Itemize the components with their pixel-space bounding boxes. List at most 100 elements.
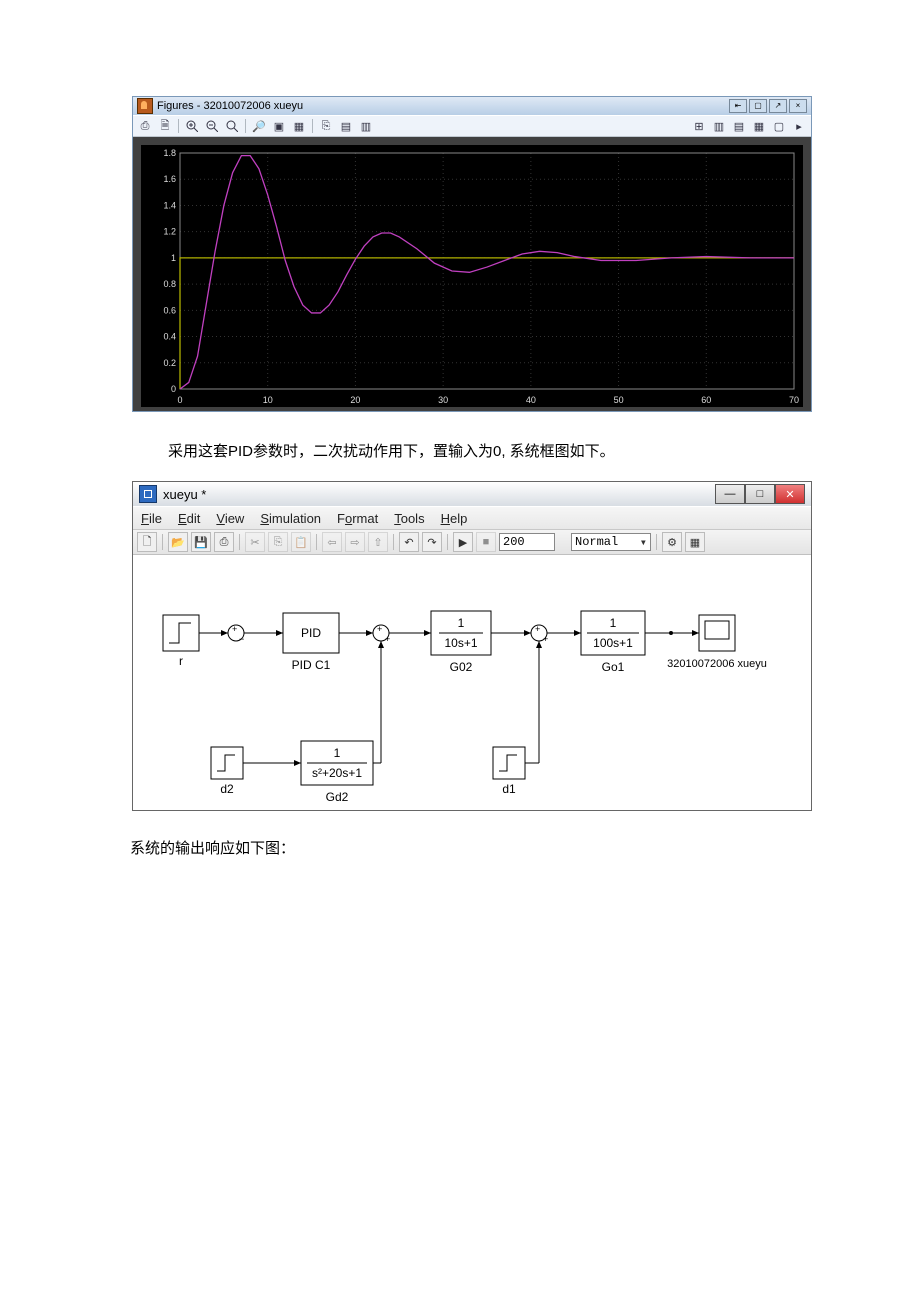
svg-text:−: − (239, 634, 244, 644)
back-icon[interactable]: ⇦ (322, 532, 342, 552)
svg-text:0.2: 0.2 (163, 358, 176, 368)
fig2-title: xueyu * (163, 487, 206, 502)
zoom-in-icon[interactable] (183, 117, 201, 135)
legend-icon[interactable]: ▥ (357, 117, 375, 135)
simulink-icon (139, 485, 157, 503)
svg-text:32010072006 xueyu: 32010072006 xueyu (667, 658, 767, 670)
up-icon[interactable]: ⇧ (368, 532, 388, 552)
svg-text:+: + (232, 624, 237, 634)
layout-2x1-icon[interactable]: ▤ (730, 117, 748, 135)
print-icon[interactable]: ⎙ (136, 117, 154, 135)
simulink-window: xueyu * — □ ✕ File Edit View Simulation … (132, 481, 812, 811)
zoom-out-icon[interactable] (203, 117, 221, 135)
svg-text:1: 1 (610, 616, 617, 630)
svg-text:0: 0 (171, 384, 176, 394)
svg-text:+: + (535, 624, 540, 634)
forward-icon[interactable]: ⇨ (345, 532, 365, 552)
fig2-titlebar: xueyu * — □ ✕ (133, 482, 811, 506)
svg-text:100s+1: 100s+1 (593, 636, 633, 650)
build-icon[interactable]: ⚙ (662, 532, 682, 552)
svg-text:1.6: 1.6 (163, 174, 176, 184)
matlab-figures-window: Figures - 32010072006 xueyu ⇤ ▢ ↗ × ⎙ 🗎 … (132, 96, 812, 412)
svg-text:20: 20 (350, 395, 360, 405)
layout-1x1-icon[interactable]: ⊞ (690, 117, 708, 135)
svg-text:1.8: 1.8 (163, 148, 176, 158)
svg-text:+: + (385, 634, 390, 644)
svg-text:1: 1 (458, 616, 465, 630)
find-icon[interactable]: 🔎 (250, 117, 268, 135)
paste-icon[interactable]: 📋 (291, 532, 311, 552)
copy-icon[interactable]: ⎘ (268, 532, 288, 552)
paragraph-2: 系统的输出响应如下图： (130, 837, 920, 858)
svg-text:60: 60 (701, 395, 711, 405)
open-icon[interactable]: 📂 (168, 532, 188, 552)
fig1-plot-area: 01020304050607000.20.40.60.811.21.41.61.… (133, 137, 811, 411)
minimize-button[interactable]: — (715, 484, 745, 504)
menu-format[interactable]: Format (337, 511, 378, 526)
maximize-icon[interactable]: ▢ (749, 99, 767, 113)
dock-icon[interactable]: ⇤ (729, 99, 747, 113)
svg-text:10: 10 (263, 395, 273, 405)
svg-text:1: 1 (334, 746, 341, 760)
svg-text:r: r (179, 654, 183, 668)
save-icon[interactable]: 💾 (191, 532, 211, 552)
svg-text:Go1: Go1 (602, 660, 625, 674)
paragraph-1: 采用这套PID参数时，二次扰动作用下，置输入为0, 系统框图如下。 (168, 440, 920, 461)
pan-icon[interactable] (223, 117, 241, 135)
menu-tools[interactable]: Tools (394, 511, 424, 526)
svg-text:40: 40 (526, 395, 536, 405)
fig1-title: Figures - 32010072006 xueyu (157, 100, 303, 112)
chart-svg: 01020304050607000.20.40.60.811.21.41.61.… (141, 145, 803, 407)
close-button[interactable]: ✕ (775, 484, 805, 504)
svg-text:0.4: 0.4 (163, 332, 176, 342)
datacursor-icon[interactable]: ▣ (270, 117, 288, 135)
fig2-toolbar: 🗋 📂 💾 ⎙ ✂ ⎘ 📋 ⇦ ⇨ ⇧ ↶ ↷ ▶ ■ Normal▾ ⚙ ▦ (133, 530, 811, 555)
start-sim-icon[interactable]: ▶ (453, 532, 473, 552)
simulink-canvas[interactable]: r+−PIDPID C1++110s+1G02++1100s+1Go132010… (133, 555, 811, 810)
matlab-icon (137, 98, 153, 114)
menu-edit[interactable]: Edit (178, 511, 200, 526)
svg-text:Gd2: Gd2 (326, 790, 349, 804)
fig2-menubar: File Edit View Simulation Format Tools H… (133, 506, 811, 530)
svg-text:1.2: 1.2 (163, 227, 176, 237)
svg-text:PID: PID (301, 626, 321, 640)
svg-text:PID C1: PID C1 (292, 658, 331, 672)
fig1-titlebar: Figures - 32010072006 xueyu ⇤ ▢ ↗ × (133, 97, 811, 115)
maximize-button[interactable]: □ (745, 484, 775, 504)
sim-mode-dropdown[interactable]: Normal▾ (571, 533, 651, 551)
layout-more-icon[interactable]: ▸ (790, 117, 808, 135)
stop-sim-icon[interactable]: ■ (476, 532, 496, 552)
new-model-icon[interactable]: 🗋 (137, 532, 157, 552)
cut-icon[interactable]: ✂ (245, 532, 265, 552)
svg-text:0.6: 0.6 (163, 305, 176, 315)
fig1-toolbar: ⎙ 🗎 🔎 ▣ ▦ ⎘ ▤ ▥ ⊞ ▥ ▤ ▦ ▢ ▸ (133, 115, 811, 137)
brush-icon[interactable]: ▦ (290, 117, 308, 135)
menu-help[interactable]: Help (441, 511, 468, 526)
colorbar-icon[interactable]: ▤ (337, 117, 355, 135)
menu-simulation[interactable]: Simulation (260, 511, 321, 526)
layout-1x2-icon[interactable]: ▥ (710, 117, 728, 135)
svg-text:+: + (377, 624, 382, 634)
layout-2x2-icon[interactable]: ▦ (750, 117, 768, 135)
undo-icon[interactable]: ↶ (399, 532, 419, 552)
svg-text:10s+1: 10s+1 (444, 636, 477, 650)
svg-text:0.8: 0.8 (163, 279, 176, 289)
print-icon[interactable]: ⎙ (214, 532, 234, 552)
menu-view[interactable]: View (216, 511, 244, 526)
svg-text:50: 50 (614, 395, 624, 405)
undock-icon[interactable]: ↗ (769, 99, 787, 113)
svg-text:s²+20s+1: s²+20s+1 (312, 766, 362, 780)
close-icon[interactable]: × (789, 99, 807, 113)
target-icon[interactable]: ▦ (685, 532, 705, 552)
svg-text:G02: G02 (450, 660, 473, 674)
new-icon[interactable]: 🗎 (156, 117, 174, 135)
svg-text:70: 70 (789, 395, 799, 405)
svg-text:30: 30 (438, 395, 448, 405)
layout-float-icon[interactable]: ▢ (770, 117, 788, 135)
stop-time-input[interactable] (499, 533, 555, 551)
menu-file[interactable]: File (141, 511, 162, 526)
svg-text:1.4: 1.4 (163, 200, 176, 210)
link-icon[interactable]: ⎘ (317, 117, 335, 135)
redo-icon[interactable]: ↷ (422, 532, 442, 552)
svg-text:d1: d1 (502, 782, 516, 796)
